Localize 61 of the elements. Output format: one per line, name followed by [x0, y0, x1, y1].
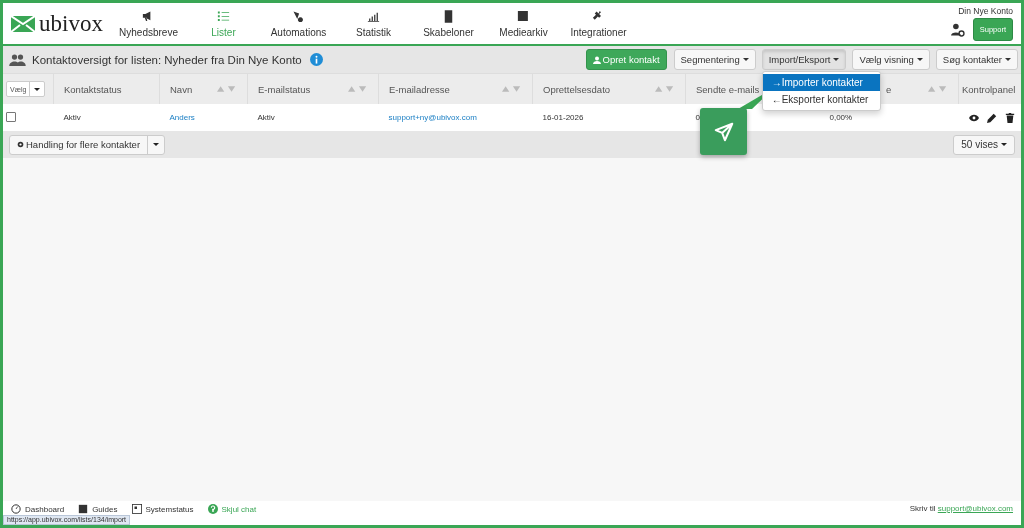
footer-link[interactable]: Dashboard	[11, 504, 65, 514]
nav-tab[interactable]: Mediearkiv	[486, 9, 561, 38]
sort-icon	[502, 86, 522, 92]
ubivox-logo[interactable]: ubivox	[11, 10, 111, 37]
column-header[interactable]: Oprettelsesdato	[532, 74, 686, 104]
caret-icon	[34, 87, 41, 91]
table-cell: 16-01-2026	[542, 113, 584, 122]
caret-icon	[833, 58, 840, 61]
info-icon[interactable]	[309, 53, 323, 66]
row-checkbox[interactable]	[6, 111, 16, 122]
edit-icon[interactable]	[987, 112, 997, 123]
table-cell: Aktiv	[257, 113, 275, 122]
nav-tab[interactable]: Nyhedsbreve	[111, 9, 186, 38]
support-text: Skriv til support@ubivox.com	[909, 504, 1013, 513]
table-link[interactable]: Anders	[169, 113, 195, 122]
caret-icon	[742, 58, 749, 61]
table-cell: 0,00%	[829, 113, 853, 122]
list-icon	[216, 9, 231, 24]
bulk-action-button[interactable]: Handling for flere kontakter	[9, 134, 166, 155]
delete-icon[interactable]	[1005, 112, 1015, 123]
monitor-icon	[131, 504, 142, 514]
sort-icon	[217, 86, 237, 92]
caret-icon	[153, 143, 160, 146]
column-header[interactable]: E-mailstatus	[247, 74, 379, 104]
page-title: Kontaktoversigt for listen: Nyheder fra Din Nye Konto	[32, 53, 302, 66]
table-cell: 0	[695, 113, 700, 122]
table-cell: Aktiv	[63, 113, 81, 122]
sort-icon	[928, 86, 948, 92]
dropdown-button[interactable]: Import/Eksport	[761, 49, 847, 70]
column-header[interactable]: E-mailadresse	[378, 74, 533, 104]
dropdown-button[interactable]: Segmentering	[673, 49, 756, 70]
footer-link[interactable]: Guides	[78, 504, 118, 514]
gauge-icon	[11, 504, 21, 514]
nav-tab[interactable]: Automations	[261, 9, 336, 38]
account-name: Din Nye Konto	[958, 6, 1013, 16]
user-icon	[592, 55, 601, 64]
caret-icon	[1005, 58, 1011, 61]
table-link[interactable]: support+ny@ubivox.com	[388, 113, 477, 122]
column-header[interactable]: Kontaktstatus	[53, 74, 160, 104]
sort-icon	[348, 86, 368, 92]
dropdown-button[interactable]: Søg kontakter	[935, 49, 1018, 70]
caret-icon	[1001, 143, 1007, 146]
envelope-icon	[11, 15, 35, 32]
menu-item[interactable]: ←Eksporter kontakter	[762, 91, 880, 108]
caret-icon	[916, 58, 923, 61]
nav-tab[interactable]: Statistik	[336, 9, 411, 38]
menu-item[interactable]: →Importer kontakter	[762, 74, 880, 91]
dropdown-button[interactable]: Vælg visning	[852, 49, 930, 70]
footer-link[interactable]: Systemstatus	[131, 504, 194, 514]
send-icon	[712, 120, 735, 143]
help-icon	[207, 504, 218, 514]
nav-tab[interactable]: Integrationer	[561, 9, 636, 38]
column-header[interactable]: Kontrolpanel	[958, 74, 1021, 104]
page-size-dropdown[interactable]: 50 vises	[953, 134, 1015, 155]
nav-tab[interactable]: Skabeloner	[411, 9, 486, 38]
user-settings-icon[interactable]	[950, 22, 965, 37]
view-icon[interactable]	[969, 112, 979, 123]
logo-text: ubivox	[39, 10, 103, 37]
column-header[interactable]: Navn	[159, 74, 248, 104]
sort-icon	[655, 86, 675, 92]
users-icon	[9, 53, 26, 66]
